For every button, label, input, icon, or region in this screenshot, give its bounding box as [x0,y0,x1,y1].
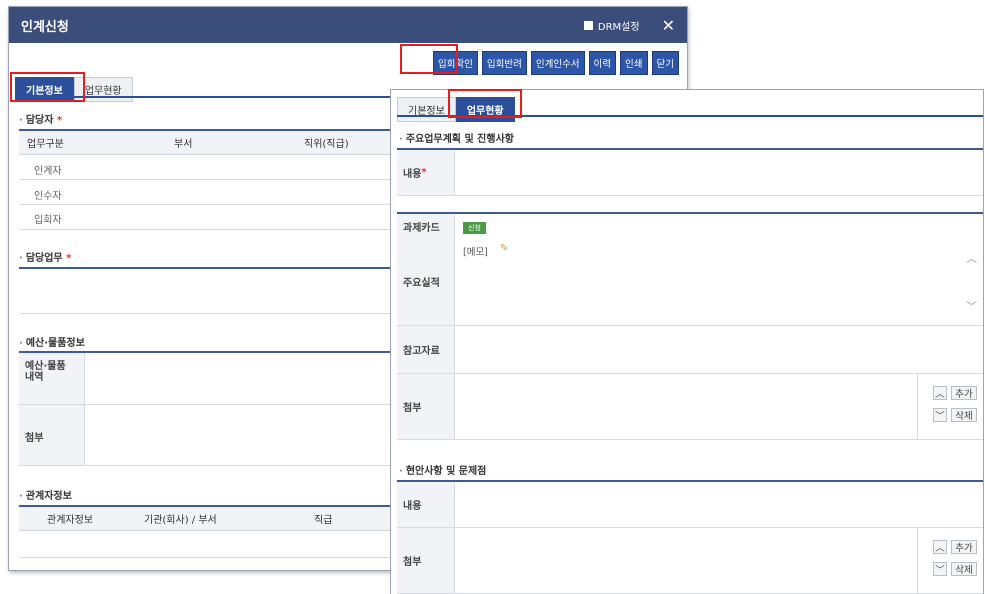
task-section-title: · 담당업무 * [19,253,72,264]
attach-label: 첨부 [397,374,455,439]
drm-checkbox[interactable] [583,20,593,30]
highlight-work-status-tab [448,89,522,118]
close-icon[interactable]: ✕ [662,16,675,35]
budget-section-title: · 예산·물품정보 [19,338,85,349]
pencil-icon[interactable]: ✎ [500,243,508,254]
person-section-title: · 담당자 * [19,115,63,126]
issue-content-label: 내용 [397,482,455,527]
card-row: 과제카드 신청 [397,214,983,238]
panel-tab-basic-info[interactable]: 기본정보 [397,97,456,122]
col-organization: 기관(회사) / 부서 [144,515,217,526]
card-badge[interactable]: 신청 [463,222,486,234]
issue-attach-divider [917,528,918,593]
work-status-panel: 기본정보 업무현황 · 주요업무계획 및 진행사항 내용 * 과제카드 신청 주요… [390,89,984,594]
add-button[interactable]: 추가 [951,386,977,400]
reference-label: 참고자료 [397,326,455,373]
col-work-type: 업무구분 [27,139,64,150]
reject-attendance-button[interactable]: 입회반려 [481,51,527,75]
window-title: 인계신청 [21,19,69,35]
reference-row: 참고자료 [397,326,983,374]
main-results-label: 주요실적 [397,238,455,325]
issue-attach-row: 첨부 ︿ 추가 ﹀ 삭제 [397,528,983,594]
content-row: 내용 * [397,150,983,196]
row-witness-person: 입회자 [34,215,62,226]
close-button[interactable]: 닫기 [651,51,679,75]
scroll-down-icon[interactable]: ﹀ [966,298,977,314]
issue-move-up-icon[interactable]: ︿ [933,540,947,554]
drm-setting[interactable]: DRM설정 [583,18,640,33]
title-bar: 인계신청 DRM설정 ✕ [9,7,687,43]
card-label: 과제카드 [397,214,455,238]
main-results-row: 주요실적 [메모] ✎ ︿ ﹀ [397,238,983,326]
col-related-info: 관계자정보 [47,515,93,526]
history-button[interactable]: 이력 [588,51,617,75]
highlight-basic-tab [10,72,85,102]
budget-items-label: 예산·물품 내역 [19,353,85,404]
memo-text: [메모] [463,247,488,258]
col-rank: 직급 [314,515,333,526]
highlight-confirm-button [400,44,458,74]
move-up-icon[interactable]: ︿ [933,386,947,400]
attach-divider [917,374,918,439]
related-section-title: · 관계자정보 [19,491,72,502]
col-position: 직위(직급) [304,139,349,150]
print-button[interactable]: 인쇄 [620,51,648,75]
issue-content-row: 내용 [397,482,983,528]
toolbar: 입회확인 입회반려 인계인수서 이력 인쇄 닫기 [432,51,679,75]
issue-move-down-icon[interactable]: ﹀ [933,562,947,576]
content-label: 내용 * [397,150,455,195]
drm-label: DRM설정 [597,21,640,33]
issue-attach-label: 첨부 [397,528,455,593]
plan-section-title: · 주요업무계획 및 진행사항 [399,134,514,145]
row-handover-person: 인계자 [34,166,62,177]
issue-section-title: · 현안사항 및 문제점 [399,466,487,477]
attach-row: 첨부 ︿ 추가 ﹀ 삭제 [397,374,983,440]
attach-label: 첨부 [19,405,85,465]
issue-add-button[interactable]: 추가 [951,540,977,554]
scroll-up-icon[interactable]: ︿ [966,250,977,266]
row-receiver-person: 인수자 [34,191,62,202]
delete-button[interactable]: 삭제 [951,408,977,422]
move-down-icon[interactable]: ﹀ [933,408,947,422]
col-department: 부서 [174,139,193,150]
issue-delete-button[interactable]: 삭제 [951,562,977,576]
handover-document-button[interactable]: 인계인수서 [530,51,585,75]
